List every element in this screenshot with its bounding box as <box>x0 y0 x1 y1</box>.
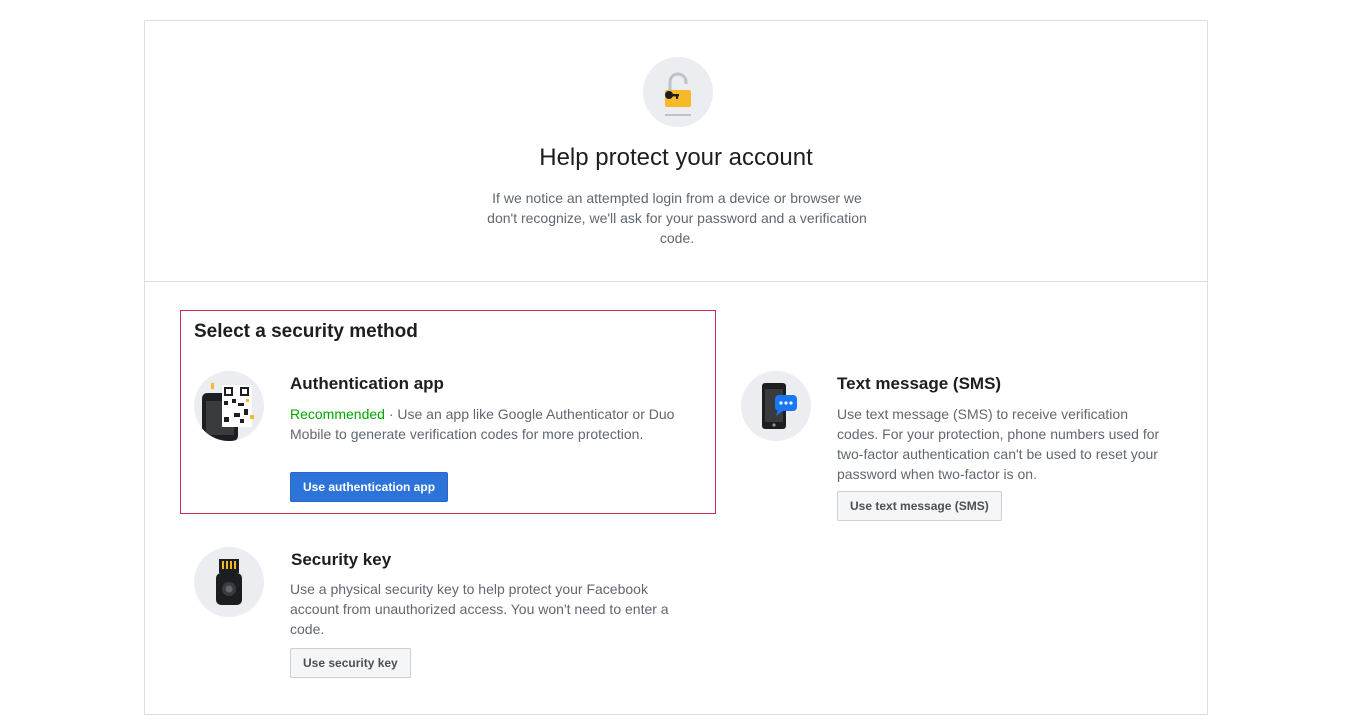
security-key-description: Use a physical security key to help prot… <box>290 581 669 637</box>
hero-section: Help protect your account If we notice a… <box>145 21 1207 282</box>
recommended-badge: Recommended <box>290 406 385 422</box>
use-text-message-button[interactable]: Use text message (SMS) <box>837 491 1002 521</box>
security-key-title: Security key <box>291 550 392 569</box>
auth-app-title: Authentication app <box>290 374 444 393</box>
page-title: Help protect your account <box>539 144 813 171</box>
two-factor-card: Help protect your account If we notice a… <box>144 20 1208 715</box>
auth-app-description: Recommended · Use an app like Google Aut… <box>290 404 690 444</box>
sms-title: Text message (SMS) <box>837 374 1002 393</box>
padlock-key-icon <box>643 57 713 127</box>
phone-chat-icon <box>741 371 811 441</box>
sms-description: Use text message (SMS) to receive verifi… <box>837 406 1160 482</box>
qr-phone-icon <box>194 371 264 441</box>
section-title: Select a security method <box>194 321 418 342</box>
use-authentication-app-button[interactable]: Use authentication app <box>290 472 449 502</box>
use-security-key-button[interactable]: Use security key <box>290 648 411 678</box>
usb-key-icon <box>194 547 264 617</box>
page-description: If we notice an attempted login from a d… <box>487 190 867 246</box>
